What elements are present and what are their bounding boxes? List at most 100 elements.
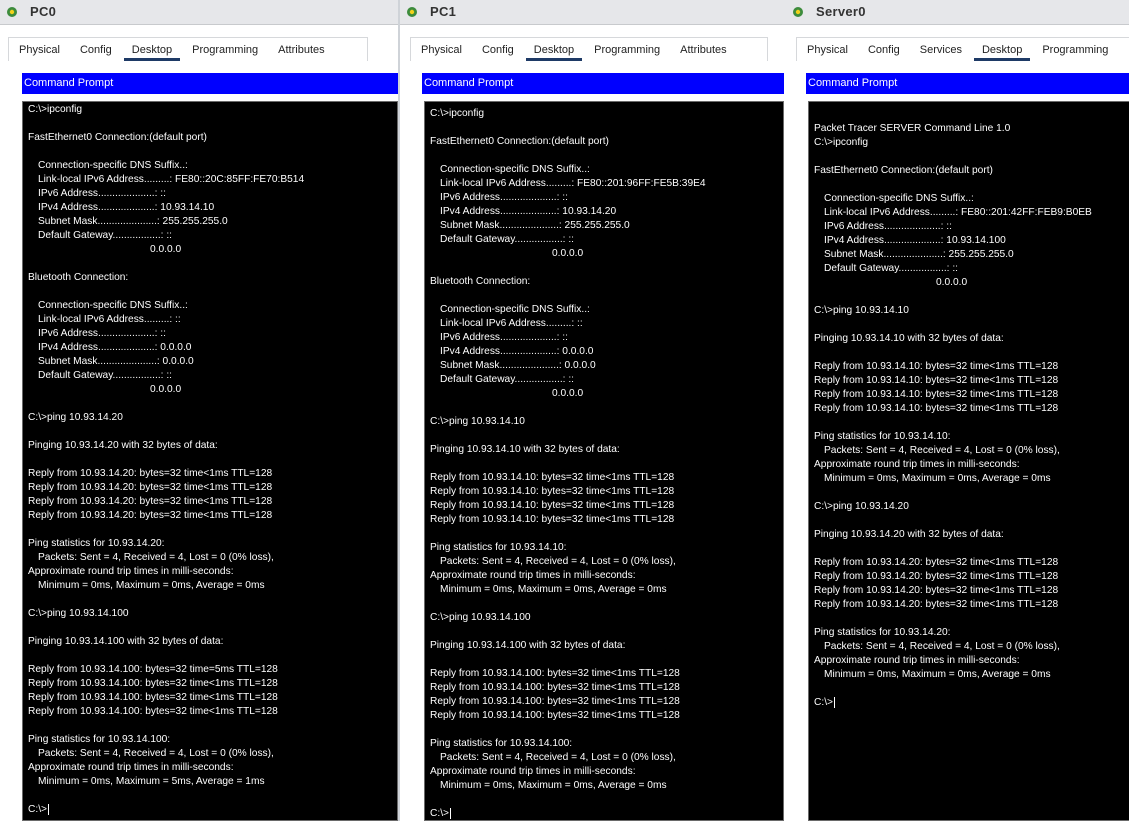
terminal-line: Subnet Mask.....................: 0.0.0.… xyxy=(430,359,706,373)
tab-services[interactable]: Services xyxy=(910,39,972,61)
terminal-line: Reply from 10.93.14.20: bytes=32 time<1m… xyxy=(814,570,1092,584)
tab-programming[interactable]: Programming xyxy=(182,39,268,61)
tab-attributes[interactable]: Attributes xyxy=(670,39,736,61)
terminal-line: Packets: Sent = 4, Received = 4, Lost = … xyxy=(430,555,706,569)
pc0-titlebar[interactable]: PC0 xyxy=(0,0,398,25)
terminal-line: IPv6 Address....................: :: xyxy=(430,331,706,345)
terminal-line: Reply from 10.93.14.20: bytes=32 time<1m… xyxy=(28,509,304,523)
terminal-line: Bluetooth Connection: xyxy=(430,275,706,289)
tab-programming[interactable]: Programming xyxy=(1032,39,1118,61)
tab-physical[interactable]: Physical xyxy=(411,39,472,61)
terminal-line-text: Subnet Mask.....................: 255.25… xyxy=(824,249,1014,260)
terminal-line-text: Reply from 10.93.14.20: bytes=32 time<1m… xyxy=(814,557,1059,568)
terminal-line: Minimum = 0ms, Maximum = 0ms, Average = … xyxy=(814,472,1092,486)
terminal-line-text: C:\> xyxy=(28,804,47,815)
tab-physical[interactable]: Physical xyxy=(9,39,70,61)
terminal-line-text: Link-local IPv6 Address.........: FE80::… xyxy=(38,174,305,185)
terminal-line: FastEthernet0 Connection:(default port) xyxy=(28,131,304,145)
terminal-line: Link-local IPv6 Address.........: FE80::… xyxy=(28,173,304,187)
tab-physical[interactable]: Physical xyxy=(797,39,858,61)
terminal-line-text: Link-local IPv6 Address.........: FE80::… xyxy=(440,178,706,189)
terminal-line: Ping statistics for 10.93.14.100: xyxy=(28,733,304,747)
terminal-line: Reply from 10.93.14.10: bytes=32 time<1m… xyxy=(814,360,1092,374)
terminal-line: C:\>ping 10.93.14.10 xyxy=(814,304,1092,318)
terminal-line: Ping statistics for 10.93.14.10: xyxy=(430,541,706,555)
tab-desktop[interactable]: Desktop xyxy=(972,39,1032,61)
terminal-line: Subnet Mask.....................: 0.0.0.… xyxy=(28,355,304,369)
pc0-terminal[interactable]: C:\>ipconfig FastEthernet0 Connection:(de… xyxy=(22,101,398,821)
terminal-line-text: Reply from 10.93.14.20: bytes=32 time<1m… xyxy=(814,585,1059,596)
terminal-line-text: Bluetooth Connection: xyxy=(28,272,129,283)
terminal-line-text: Reply from 10.93.14.100: bytes=32 time<1… xyxy=(28,678,278,689)
terminal-line: Reply from 10.93.14.10: bytes=32 time<1m… xyxy=(430,471,706,485)
text-cursor xyxy=(449,807,451,819)
terminal-line-text: Link-local IPv6 Address.........: :: xyxy=(38,314,181,325)
terminal-line: Packets: Sent = 4, Received = 4, Lost = … xyxy=(28,747,304,761)
terminal-line: C:\>ipconfig xyxy=(814,136,1092,150)
tab-attributes[interactable]: Attributes xyxy=(268,39,334,61)
packet-tracer-icon xyxy=(793,7,803,17)
terminal-line-text: Connection-specific DNS Suffix..: xyxy=(38,160,188,171)
tab-config[interactable]: Config xyxy=(858,39,910,61)
terminal-line: Connection-specific DNS Suffix..: xyxy=(814,192,1092,206)
terminal-line: Pinging 10.93.14.100 with 32 bytes of da… xyxy=(430,639,706,653)
terminal-line-text: IPv6 Address....................: :: xyxy=(824,221,952,232)
terminal-output: C:\>ipconfig FastEthernet0 Connection:(de… xyxy=(28,103,304,817)
terminal-line-text: Ping statistics for 10.93.14.10: xyxy=(430,542,567,553)
terminal-line-text: FastEthernet0 Connection:(default port) xyxy=(430,136,609,147)
terminal-line-text: IPv4 Address....................: 0.0.0.… xyxy=(440,346,594,357)
terminal-line: Default Gateway.................: :: xyxy=(430,233,706,247)
terminal-line: C:\>ping 10.93.14.100 xyxy=(430,611,706,625)
command-prompt-line: C:\> xyxy=(28,803,304,817)
terminal-line: Reply from 10.93.14.100: bytes=32 time<1… xyxy=(28,691,304,705)
terminal-line: Ping statistics for 10.93.14.100: xyxy=(430,737,706,751)
terminal-line: Approximate round trip times in milli-se… xyxy=(28,565,304,579)
command-prompt-header: Command Prompt xyxy=(22,73,398,94)
terminal-line: Default Gateway.................: :: xyxy=(430,373,706,387)
terminal-line: Reply from 10.93.14.10: bytes=32 time<1m… xyxy=(430,513,706,527)
terminal-line-text: Reply from 10.93.14.100: bytes=32 time<1… xyxy=(430,668,680,679)
terminal-line: 0.0.0.0 xyxy=(28,383,304,397)
packet-tracer-icon xyxy=(7,7,17,17)
terminal-line-text: Default Gateway.................: :: xyxy=(824,263,958,274)
tab-programming[interactable]: Programming xyxy=(584,39,670,61)
terminal-line-text: Reply from 10.93.14.20: bytes=32 time<1m… xyxy=(814,599,1059,610)
terminal-line-text: Approximate round trip times in milli-se… xyxy=(28,762,234,773)
tab-desktop[interactable]: Desktop xyxy=(122,39,182,61)
terminal-line-text: Reply from 10.93.14.10: bytes=32 time<1m… xyxy=(814,375,1059,386)
terminal-line-text: C:\>ping 10.93.14.100 xyxy=(28,608,129,619)
terminal-line-text: Packets: Sent = 4, Received = 4, Lost = … xyxy=(440,752,676,763)
terminal-line-text: IPv6 Address....................: :: xyxy=(440,192,568,203)
terminal-line-text: Minimum = 0ms, Maximum = 0ms, Average = … xyxy=(824,473,1051,484)
terminal-line-text: IPv6 Address....................: :: xyxy=(440,332,568,343)
terminal-line-text: Reply from 10.93.14.100: bytes=32 time<1… xyxy=(430,682,680,693)
terminal-line-text: Connection-specific DNS Suffix..: xyxy=(440,164,590,175)
terminal-line-text: Minimum = 0ms, Maximum = 0ms, Average = … xyxy=(824,669,1051,680)
terminal-line-text: IPv4 Address....................: 0.0.0.… xyxy=(38,342,192,353)
server0-terminal[interactable]: Packet Tracer SERVER Command Line 1.0 C:\… xyxy=(808,101,1129,821)
terminal-line: C:\>ipconfig xyxy=(28,103,304,117)
tab-config[interactable]: Config xyxy=(70,39,122,61)
server0-titlebar[interactable]: Server0 xyxy=(786,0,1129,25)
terminal-line-text: Ping statistics for 10.93.14.20: xyxy=(28,538,165,549)
tab-desktop[interactable]: Desktop xyxy=(524,39,584,61)
pc1-titlebar[interactable]: PC1 xyxy=(400,0,786,25)
terminal-line-text: FastEthernet0 Connection:(default port) xyxy=(28,132,207,143)
terminal-line: IPv6 Address....................: :: xyxy=(28,187,304,201)
tab-config[interactable]: Config xyxy=(472,39,524,61)
terminal-line: Approximate round trip times in milli-se… xyxy=(28,761,304,775)
pc1-terminal[interactable]: C:\>ipconfig FastEthernet0 Connection:(de… xyxy=(424,101,784,821)
terminal-line-text: Reply from 10.93.14.100: bytes=32 time<1… xyxy=(430,710,680,721)
terminal-line: Reply from 10.93.14.10: bytes=32 time<1m… xyxy=(814,374,1092,388)
